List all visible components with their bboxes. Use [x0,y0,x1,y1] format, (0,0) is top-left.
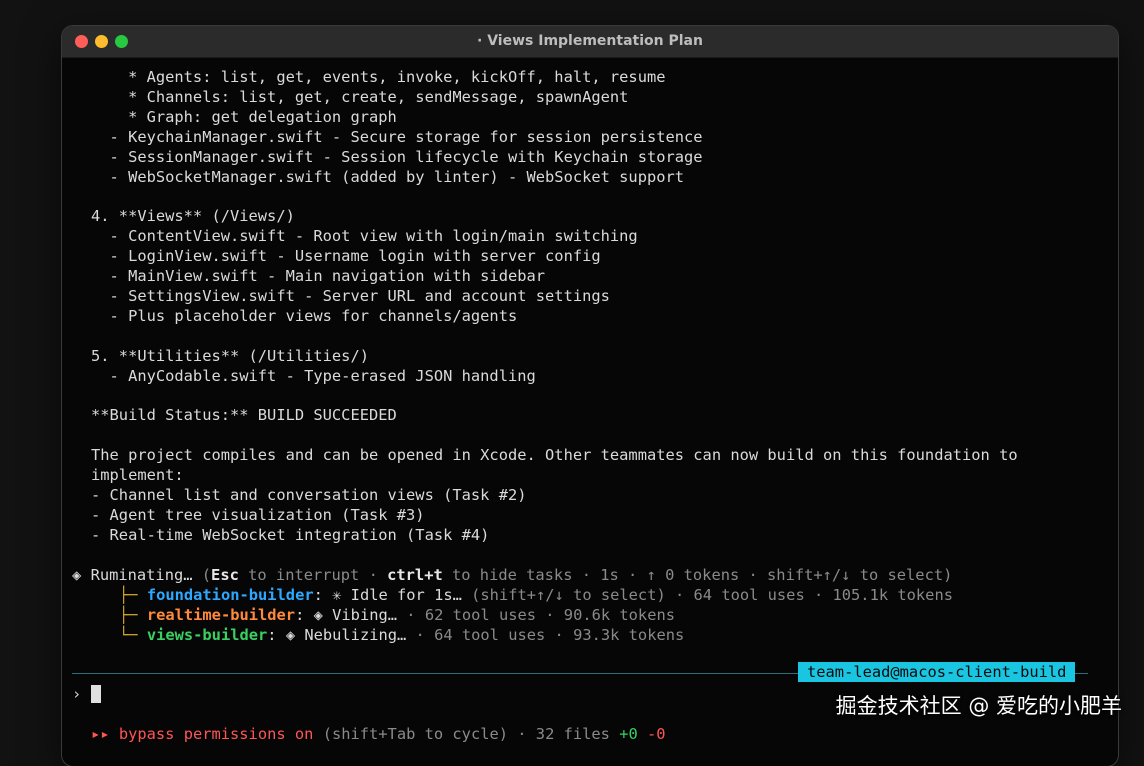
agent-row-foundation[interactable]: ├─ foundation-builder: ✳ Idle for 1s… (s… [119,585,953,605]
agent-detail: · 62 tool uses · 90.6k tokens [406,606,675,624]
agent-state: : ◈ Nebulizing… [267,626,416,644]
footer-status: ▸▸ bypass permissions on (shift+Tab to c… [91,724,666,744]
agent-name: foundation-builder [146,586,314,604]
agent-state: : ◈ Vibing… [295,606,407,624]
ctrl-t-key-hint: ctrl+t [387,566,443,584]
output-line: * Agents: list, get, events, invoke, kic… [91,68,666,86]
agent-row-views[interactable]: └─ views-builder: ◈ Nebulizing… · 64 too… [119,625,684,645]
output-line: - Real-time WebSocket integration (Task … [91,526,490,544]
output-line: - WebSocketManager.swift (added by linte… [91,168,685,186]
agent-state: : ✳ Idle for 1s… [313,586,472,604]
status-hint: ( [192,566,212,584]
output-line: - LoginView.swift - Username login with … [91,247,601,265]
output-line: - Plus placeholder views for channels/ag… [91,307,518,325]
prompt-symbol: › [72,685,82,703]
footer-hint: (shift+Tab to cycle) · 32 files [313,725,620,743]
output-line: * Channels: list, get, create, sendMessa… [91,88,629,106]
esc-key-hint: Esc [211,566,239,584]
output-line: The project compiles and can be opened i… [91,446,1018,464]
spinner-icon: ◈ [72,566,82,584]
status-hint: to interrupt · [238,566,388,584]
window-title: · Views Implementation Plan [477,33,703,49]
tree-branch: ├─ [119,606,147,624]
output-line: 5. **Utilities** (/Utilities/) [91,347,369,365]
output-line: - SessionManager.swift - Session lifecyc… [91,148,703,166]
tree-branch: └─ [119,626,147,644]
output-line: - ContentView.swift - Root view with log… [91,227,638,245]
terminal-content: * Agents: list, get, events, invoke, kic… [62,57,1118,766]
agent-name: views-builder [146,626,268,644]
status-line: ◈ Ruminating… (Esc to interrupt · ctrl+t… [72,565,952,585]
status-hint: to hide tasks · 1s · ↑ 0 tokens · shift+… [442,566,953,584]
output-line: **Build Status:** BUILD SUCCEEDED [91,406,397,424]
lines-removed: -0 [647,725,666,743]
agent-row-realtime[interactable]: ├─ realtime-builder: ◈ Vibing… · 62 tool… [119,605,675,625]
output-line: * Graph: get delegation graph [91,108,397,126]
output-line: - Channel list and conversation views (T… [91,486,527,504]
watermark: 掘金技术社区 @ 爱吃的小肥羊 [835,694,1122,718]
title-bar: · Views Implementation Plan [62,26,1118,58]
bypass-marker-icon: ▸▸ [91,725,110,743]
lines-added: +0 [619,725,638,743]
status-label: Ruminating… [90,566,193,584]
output-line: - MainView.swift - Main navigation with … [91,267,546,285]
output-line: implement: [91,466,184,484]
agent-detail: · 64 tool uses · 93.3k tokens [415,626,685,644]
bypass-label[interactable]: bypass permissions on [119,725,314,743]
session-badge: team-lead@macos-client-build [798,662,1076,682]
output-line: 4. **Views** (/Views/) [91,207,295,225]
output-line: - SettingsView.swift - Server URL and ac… [91,287,610,305]
agent-detail: (shift+↑/↓ to select) · 64 tool uses · 1… [471,586,953,604]
output-line: - KeychainManager.swift - Secure storage… [91,128,703,146]
agent-name: realtime-builder [146,606,296,624]
input-cursor[interactable] [91,685,101,703]
tree-branch: ├─ [119,586,147,604]
output-line: - Agent tree visualization (Task #3) [91,506,425,524]
output-line: - AnyCodable.swift - Type-erased JSON ha… [91,367,536,385]
terminal-window: · Views Implementation Plan * Agents: li… [62,26,1118,766]
